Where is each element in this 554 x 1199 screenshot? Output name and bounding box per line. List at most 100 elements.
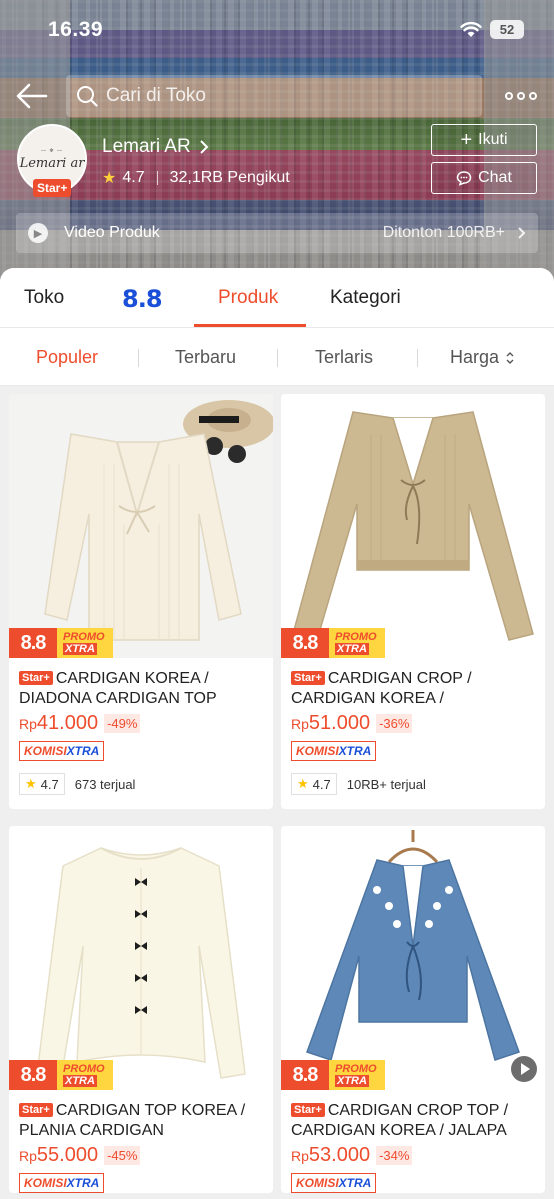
komisi-label: KOMISI — [296, 1176, 339, 1190]
search-input[interactable] — [106, 85, 436, 107]
promo-xtra-badge: 8.8 PROMO XTRA — [281, 1060, 385, 1090]
shop-content-panel: Toko 8.8 Produk Kategori Populer Terbaru… — [0, 268, 554, 1199]
sort-terlaris[interactable]: Terlaris — [315, 347, 373, 368]
chat-button[interactable]: Chat — [431, 162, 537, 194]
more-options-icon[interactable] — [505, 86, 539, 106]
video-produk-bar[interactable]: ▶ Video Produk Ditonton 100RB+ — [16, 213, 538, 253]
rating-box: ★ 4.7 — [291, 773, 337, 795]
shop-name-text: Lemari AR — [102, 136, 191, 157]
rating-value: 4.7 — [312, 776, 331, 792]
product-card[interactable]: 8.8 PROMO XTRA Star+ CARDIGAN CROP TOP / C… — [281, 826, 545, 1193]
shop-tabs: Toko 8.8 Produk Kategori — [0, 268, 554, 328]
sort-populer[interactable]: Populer — [36, 347, 98, 368]
star-icon: ★ — [25, 776, 37, 791]
follow-button[interactable]: + Ikuti — [431, 124, 537, 156]
rating-value: 4.7 — [40, 776, 59, 792]
xtra-label: XTRA — [338, 1176, 372, 1190]
discount-badge: -34% — [376, 1146, 413, 1165]
chevron-right-icon — [199, 140, 209, 154]
chat-icon — [456, 171, 472, 186]
star-plus-badge: Star+ — [19, 1103, 53, 1117]
promo-8-8: 8.8 — [9, 1060, 57, 1090]
battery-icon: 52 — [490, 20, 524, 39]
komisi-label: KOMISI — [24, 1176, 67, 1190]
product-price: Rp51.000 — [291, 712, 370, 735]
komisi-xtra-badge: KOMISIXTRA — [19, 741, 105, 761]
promo-xtra-badge: 8.8 PROMO XTRA — [9, 628, 113, 658]
plus-icon: + — [460, 129, 473, 151]
product-price: Rp41.000 — [19, 712, 98, 735]
tab-toko[interactable]: Toko — [24, 287, 64, 309]
search-icon — [76, 85, 98, 107]
sort-harga[interactable]: Harga — [450, 347, 515, 368]
sort-terbaru[interactable]: Terbaru — [175, 347, 236, 368]
promo-line1: PROMO — [335, 631, 377, 643]
komisi-label: KOMISI — [24, 744, 67, 758]
promo-xtra-badge: 8.8 PROMO XTRA — [281, 628, 385, 658]
discount-badge: -36% — [376, 714, 413, 733]
komisi-label: KOMISI — [296, 744, 339, 758]
chat-label: Chat — [478, 169, 512, 186]
shop-search-bar[interactable] — [66, 75, 482, 117]
price-value: 55.000 — [36, 1144, 99, 1166]
shop-stats: ★ 4.7 32,1RB Pengikut — [102, 168, 290, 188]
product-title: Star+ CARDIGAN TOP KOREA / PLANIA CARDIGA… — [19, 1100, 263, 1140]
tab-8-8-logo[interactable]: 8.8 — [122, 285, 163, 313]
promo-line1: PROMO — [63, 631, 105, 643]
promo-8-8: 8.8 — [9, 628, 57, 658]
watched-count: Ditonton 100RB+ — [383, 224, 526, 242]
sort-bar: Populer Terbaru Terlaris Harga — [0, 328, 554, 386]
tab-kategori[interactable]: Kategori — [330, 287, 401, 309]
star-icon: ★ — [102, 170, 117, 187]
watched-label: Ditonton 100RB+ — [382, 224, 505, 241]
product-image: 8.8 PROMO XTRA — [9, 394, 273, 658]
product-price: Rp55.000 — [19, 1144, 98, 1167]
promo-xtra-label: PROMO XTRA — [57, 1060, 113, 1090]
product-image: 8.8 PROMO XTRA — [281, 826, 545, 1090]
product-card[interactable]: 8.8 PROMO XTRA Star+ CARDIGAN KOREA / DIAD… — [9, 394, 273, 809]
star-plus-badge: Star+ — [19, 671, 53, 685]
star-plus-badge: Star+ — [33, 179, 72, 197]
currency: Rp — [19, 716, 37, 732]
chevron-right-icon — [518, 227, 526, 239]
tab-produk[interactable]: Produk — [218, 287, 278, 309]
shop-followers: 32,1RB Pengikut — [169, 169, 290, 186]
rating-box: ★ 4.7 — [19, 773, 65, 795]
status-time: 16.39 — [48, 18, 104, 41]
product-title: Star+CARDIGAN CROP / CARDIGAN KOREA / CR… — [291, 668, 535, 708]
sort-harga-label: Harga — [450, 347, 500, 367]
xtra-label: XTRA — [338, 744, 372, 758]
sold-count: 673 terjual — [74, 776, 136, 792]
play-icon[interactable] — [511, 1056, 537, 1082]
star-plus-badge: Star+ — [291, 671, 325, 685]
xtra-label: XTRA — [66, 744, 100, 758]
promo-xtra-label: PROMO XTRA — [57, 628, 113, 658]
promo-xtra-label: PROMO XTRA — [329, 1060, 385, 1090]
back-arrow-icon — [16, 83, 48, 109]
product-card[interactable]: 8.8 PROMO XTRA Star+ CARDIGAN TOP KOREA / … — [9, 826, 273, 1193]
product-title: Star+ CARDIGAN CROP TOP / CARDIGAN KOREA … — [291, 1100, 535, 1140]
currency: Rp — [291, 1148, 309, 1164]
product-card[interactable]: 8.8 PROMO XTRA Star+ CARDIGAN CROP / CARDI… — [281, 394, 545, 809]
promo-xtra-label: PROMO XTRA — [329, 628, 385, 658]
promo-line2: XTRA — [335, 643, 369, 655]
discount-badge: -49% — [104, 714, 141, 733]
promo-line2: XTRA — [63, 1075, 97, 1087]
price-value: 53.000 — [308, 1144, 371, 1166]
xtra-label: XTRA — [66, 1176, 100, 1190]
promo-line1: PROMO — [335, 1063, 377, 1075]
avatar-logo-text: Lemari ar — [19, 155, 85, 171]
promo-8-8: 8.8 — [281, 1060, 329, 1090]
back-button[interactable] — [14, 80, 50, 112]
sold-count: 10RB+ terjual — [346, 776, 426, 792]
currency: Rp — [291, 716, 309, 732]
avatar-logo-mark: — ✻ — — [41, 147, 63, 154]
promo-line2: XTRA — [335, 1075, 369, 1087]
currency: Rp — [19, 1148, 37, 1164]
price-value: 51.000 — [308, 712, 371, 734]
discount-badge: -45% — [104, 1146, 141, 1165]
shop-name[interactable]: Lemari AR — [102, 136, 209, 158]
promo-xtra-badge: 8.8 PROMO XTRA — [9, 1060, 113, 1090]
shop-rating: 4.7 — [122, 169, 145, 186]
wifi-icon — [460, 21, 482, 37]
